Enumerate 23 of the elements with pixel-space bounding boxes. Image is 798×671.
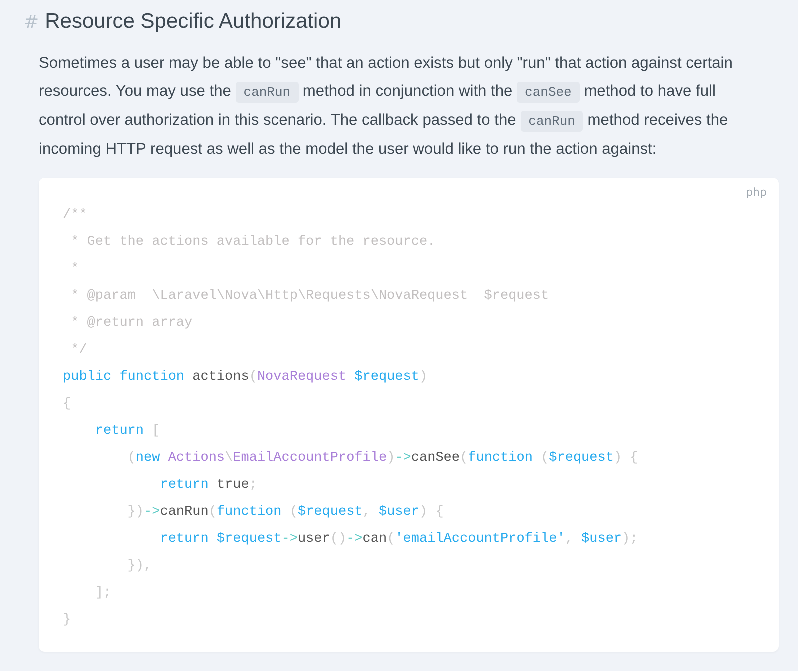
anchor-link[interactable]: #: [24, 12, 40, 33]
inline-code: canRun: [520, 111, 584, 132]
inline-code: canRun: [236, 82, 299, 103]
code-line: {: [63, 396, 72, 414]
code-line: * @return array: [70, 315, 193, 333]
paragraph: Sometimes a user may be able to "see" that an action exists but only "run" that action against certain resources. You may use the canRun method in conjunction with the canSee method to have full control over authorization in this scenario. The callback passed to the canRun method receives the incoming HTTP request as well as the model the user would like to run the action against:: [39, 54, 734, 160]
code-line: /**: [63, 207, 88, 225]
code-line: return [: [94, 423, 160, 441]
code-line: * Get the actions available for the resource.: [70, 234, 436, 252]
code-line: return true;: [159, 477, 258, 495]
code-line: */: [70, 342, 88, 360]
code-line: *: [70, 261, 80, 279]
code-line: * @param \Laravel\Nova\Http\Requests\NovaRequest $request: [70, 288, 550, 306]
code-line: }),: [126, 558, 152, 576]
code-line: return $request->user()->can('emailAccountProfile', $user);: [159, 531, 638, 549]
code-line: (new Actions\EmailAccountProfile)->canSee(function ($request) {: [126, 450, 638, 468]
code-line: }: [63, 612, 72, 630]
section-heading: Resource Specific Authorization: [45, 9, 342, 35]
inline-code: canSee: [517, 82, 580, 103]
language-label: php: [746, 186, 767, 199]
code-line: ];: [94, 585, 112, 603]
code-line: })->canRun(function ($request, $user) {: [126, 504, 444, 522]
code-line: public function actions(NovaRequest $request): [63, 369, 428, 387]
